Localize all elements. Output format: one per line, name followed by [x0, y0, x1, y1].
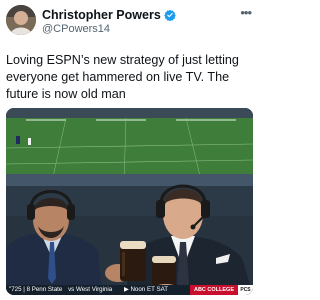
tweet-media-image[interactable]: "725 | 8 Penn State vs West Virginia ▶ N… [6, 108, 253, 295]
display-name[interactable]: Christopher Powers [42, 8, 176, 22]
tweet-text: Loving ESPN’s new strategy of just letti… [6, 53, 239, 101]
ticker-corner-logo: PCS [238, 285, 253, 295]
verified-badge-icon [163, 9, 176, 22]
ticker-team2: West Virginia [76, 286, 113, 293]
user-handle[interactable]: @CPowers14 [42, 23, 110, 36]
ticker-time: ▶ Noon ET SAT [123, 286, 169, 293]
avatar-photo [6, 5, 36, 35]
score-ticker: "725 | 8 Penn State vs West Virginia ▶ N… [6, 285, 253, 295]
network-badge: ABC COLLEGE [189, 285, 238, 295]
ticker-vs: vs [68, 286, 75, 293]
ticker-score: "725 | 8 Penn State [9, 286, 63, 293]
broadcast-photo [6, 108, 253, 295]
user-avatar[interactable] [6, 5, 36, 35]
display-name-text[interactable]: Christopher Powers [42, 8, 161, 22]
more-options-icon[interactable]: ••• [240, 6, 252, 19]
